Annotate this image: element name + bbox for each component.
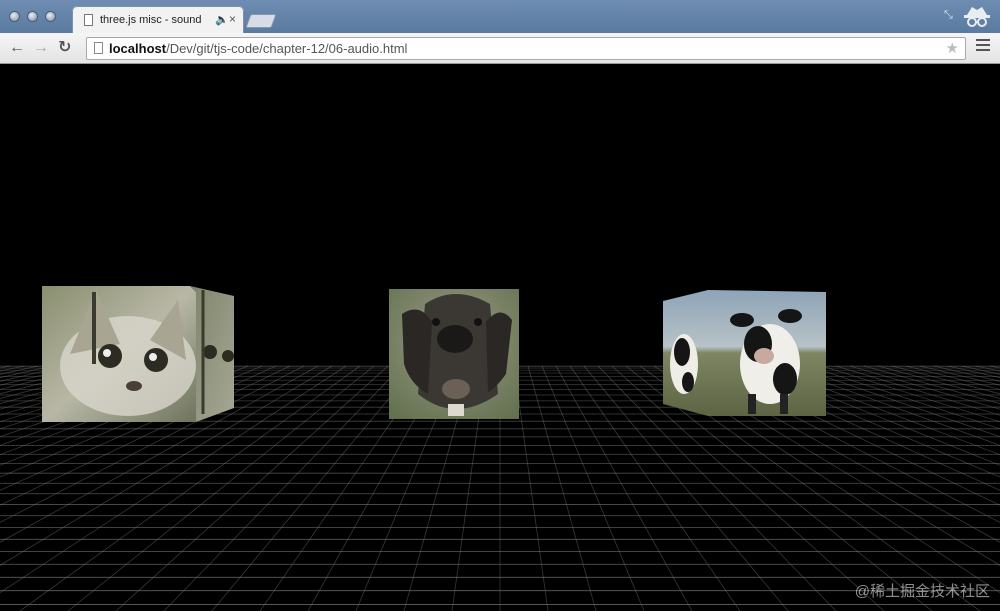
url-path: /Dev/git/tjs-code/chapter-12/06-audio.ht… [166,41,408,56]
speaker-icon[interactable]: 🔈 [215,13,229,26]
tab-strip: three.js misc - sound 🔈 × ⤡ [0,0,1000,34]
close-window-button[interactable] [9,11,20,22]
browser-chrome: three.js misc - sound 🔈 × ⤡ ← → ↻ localh… [0,0,1000,64]
address-bar[interactable]: localhost/Dev/git/tjs-code/chapter-12/06… [86,37,966,60]
reload-button[interactable]: ↻ [58,39,71,57]
watermark: @稀土掘金技术社区 [854,583,990,600]
tab-active[interactable]: three.js misc - sound 🔈 × [72,6,244,34]
url-host: localhost [109,41,167,56]
webgl-canvas[interactable]: @稀土掘金技术社区 [0,64,1000,611]
incognito-icon [964,7,990,27]
minimize-window-button[interactable] [27,11,38,22]
url-text[interactable]: localhost/Dev/git/tjs-code/chapter-12/06… [109,41,407,56]
restore-icon[interactable]: ⤡ [944,9,953,22]
bookmark-star-icon[interactable]: ★ [946,39,959,57]
toolbar: ← → ↻ localhost/Dev/git/tjs-code/chapter… [0,33,1000,64]
new-tab-button[interactable] [245,14,277,28]
cow-cube-faces [663,290,826,416]
zoom-window-button[interactable] [45,11,56,22]
page-icon [84,14,93,26]
page-icon [94,42,103,54]
menu-button[interactable] [976,39,990,54]
forward-button[interactable]: → [33,39,49,57]
close-tab-button[interactable]: × [229,12,236,26]
back-button[interactable]: ← [9,39,25,57]
tab-title: three.js misc - sound [100,14,202,26]
